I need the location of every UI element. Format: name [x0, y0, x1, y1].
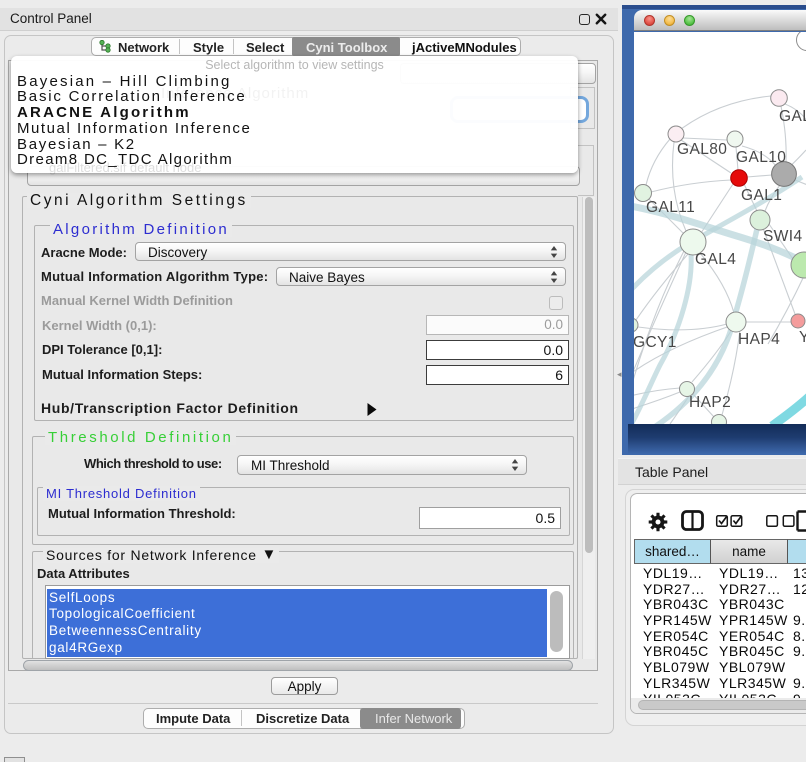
svg-text:SWI4: SWI4 [763, 228, 803, 245]
svg-text:GAL1: GAL1 [741, 187, 782, 204]
svg-text:GAL7: GAL7 [779, 108, 806, 125]
svg-text:GAL80: GAL80 [677, 141, 727, 158]
svg-text:GCY1: GCY1 [634, 334, 677, 351]
svg-text:GAL10: GAL10 [736, 149, 786, 166]
svg-text:Y: Y [799, 329, 806, 346]
svg-text:GAL11: GAL11 [646, 199, 695, 216]
svg-text:GAL4: GAL4 [695, 251, 736, 268]
svg-text:HAP4: HAP4 [738, 331, 780, 348]
svg-text:HAP2: HAP2 [689, 394, 731, 411]
